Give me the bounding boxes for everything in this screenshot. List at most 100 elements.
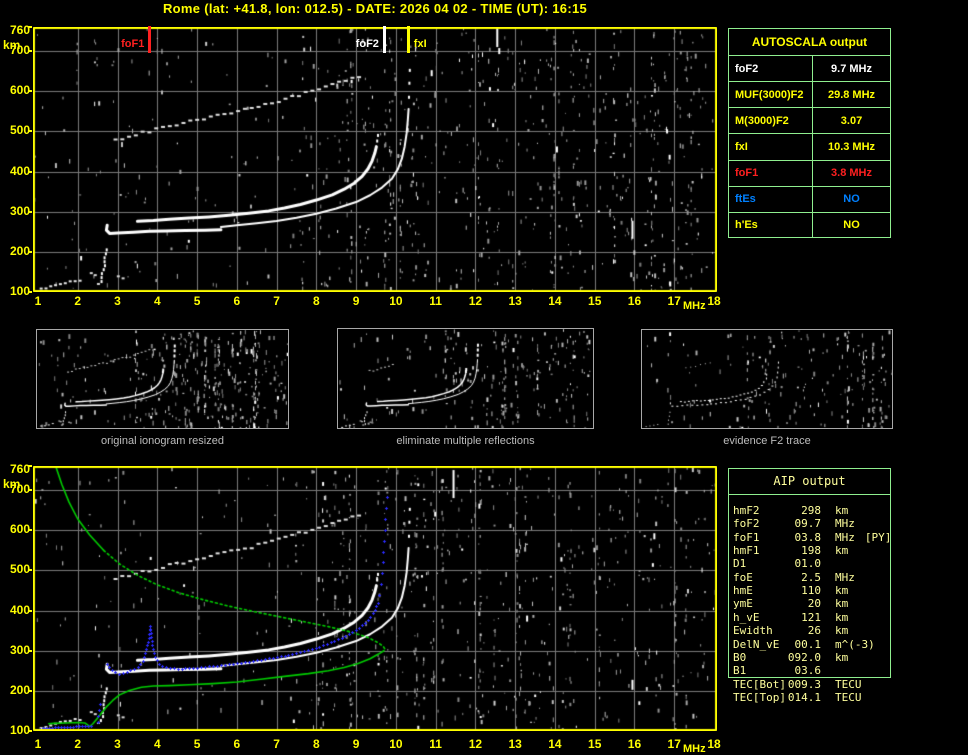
x-axis-unit-label: MHz xyxy=(683,743,706,755)
aip-row-value: 009.3 xyxy=(787,677,821,691)
aip-row: B0 092.0 km xyxy=(733,650,849,664)
x-axis-label: 8 xyxy=(313,294,320,308)
aip-row: ymE 20 km xyxy=(733,598,848,610)
x-axis-label: 1 xyxy=(34,294,42,308)
y-axis-label: 600 xyxy=(9,522,30,537)
aip-row-unit: km xyxy=(835,597,849,611)
aip-row-label: D1 xyxy=(733,557,747,571)
aip-row-label: foF2 xyxy=(733,517,760,531)
autoscala-row-value: 10.3 MHz xyxy=(827,140,876,153)
aip-row-label: B0 xyxy=(733,650,747,664)
marker-label-foF1: foF1 xyxy=(121,38,145,50)
aip-row: TEC[Top] 014.1 TECU xyxy=(733,690,862,704)
x-axis-label: 16 xyxy=(627,294,642,308)
autoscala-row-value: 9.7 MHz xyxy=(831,62,872,75)
ionogram-plot-top xyxy=(33,27,717,292)
aip-row-value: 2.5 xyxy=(801,570,821,584)
y-axis-label: 500 xyxy=(9,123,30,138)
x-axis-label: 14 xyxy=(548,737,562,751)
autoscala-rows: foF2 9.7 MHz MUF(3000)F2 29.8 MHz M(3000)F2 3… xyxy=(729,56,890,238)
aip-row-value: 298 xyxy=(801,504,821,517)
autoscala-window: Rome (lat: +41.8, lon: 012.5) - DATE: 20… xyxy=(0,0,968,755)
aip-row-label: Ewidth xyxy=(733,624,773,638)
aip-row: TEC[Bot] 009.3 TECU xyxy=(733,677,862,691)
x-axis-label: 4 xyxy=(153,294,161,308)
thumbnail-caption-2: eliminate multiple reflections xyxy=(396,435,535,447)
autoscala-row-value: 29.8 MHz xyxy=(827,88,876,101)
aip-row: foF1 03.8 MHz [PY] xyxy=(733,530,892,544)
x-axis-label: 13 xyxy=(508,294,522,308)
aip-row-value: 121 xyxy=(801,610,821,624)
x-axis-label: 9 xyxy=(352,294,360,308)
x-axis-label: 14 xyxy=(548,294,562,308)
aip-row: hmF2 298 km xyxy=(733,505,848,517)
x-axis-label: 7 xyxy=(273,294,280,308)
aip-row-label: hmE xyxy=(733,584,753,598)
aip-row-label: ymE xyxy=(733,597,753,611)
autoscala-row-value: 3.8 MHz xyxy=(831,167,872,180)
aip-row-unit: m^(-3) xyxy=(835,637,875,651)
autoscala-row: h'Es NO xyxy=(729,212,890,238)
x-axis-label: 3 xyxy=(114,737,121,751)
aip-row-unit: km xyxy=(835,610,849,624)
autoscala-row: foF2 9.7 MHz xyxy=(729,56,890,83)
x-axis-label: 12 xyxy=(468,294,483,308)
marker-label-fxI: fxI xyxy=(413,38,427,50)
autoscala-row-value: NO xyxy=(843,193,860,206)
autoscala-row-value: 3.07 xyxy=(840,114,863,127)
aip-row-extra: [PY] xyxy=(864,530,892,544)
aip-row: foF2 09.7 MHz xyxy=(733,518,855,530)
marker-line-fxI xyxy=(406,26,410,53)
y-axis-label: 200 xyxy=(9,682,30,697)
y-axis-unit-label: km xyxy=(3,477,21,491)
aip-row-unit: km xyxy=(835,504,849,517)
autoscala-output-panel: AUTOSCALA output foF2 9.7 MHz MUF(3000)F2 2… xyxy=(728,28,891,238)
autoscala-row-value: NO xyxy=(843,219,860,232)
thumbnail-original-ionogram xyxy=(36,329,289,429)
aip-row-value: 20 xyxy=(807,597,821,611)
y-axis-label: 400 xyxy=(9,602,30,617)
autoscala-row-label: h'Es xyxy=(729,212,813,238)
aip-row: foE 2.5 MHz xyxy=(733,570,855,584)
autoscala-row-label: MUF(3000)F2 xyxy=(729,82,813,108)
y-axis-label: 600 xyxy=(9,83,30,98)
x-axis-label: 5 xyxy=(193,737,201,751)
y-axis-label: 760 xyxy=(9,462,30,476)
x-axis-label: 16 xyxy=(627,737,642,751)
y-axis-label: 300 xyxy=(9,203,30,218)
aip-row-label: TEC[Top] xyxy=(733,690,786,704)
y-axis-label: 200 xyxy=(9,243,30,258)
x-axis-label: 8 xyxy=(313,737,320,751)
aip-row-unit: MHz xyxy=(835,517,855,531)
aip-row-unit: TECU xyxy=(835,677,862,691)
aip-row-unit: MHz xyxy=(835,530,855,544)
x-axis-label: 15 xyxy=(588,294,602,308)
autoscala-row: ftEs NO xyxy=(729,186,890,213)
aip-row-value: 26 xyxy=(807,624,821,638)
x-axis-label: 2 xyxy=(74,294,82,308)
autoscala-row-label: foF2 xyxy=(729,56,813,82)
autoscala-panel-title: AUTOSCALA output xyxy=(729,29,890,56)
aip-panel-title: AIP output xyxy=(729,469,890,495)
y-axis-label: 100 xyxy=(9,723,30,737)
aip-row-label: TEC[Bot] xyxy=(733,677,786,691)
y-axis-label: 500 xyxy=(9,562,30,577)
aip-row-value: 110 xyxy=(801,584,821,598)
aip-row-unit: km xyxy=(835,650,849,664)
x-axis-label: 11 xyxy=(429,294,442,308)
aip-row: D1 01.0 xyxy=(733,558,821,570)
ionogram-plot-bottom xyxy=(33,466,717,731)
autoscala-row-label: fxI xyxy=(729,134,813,160)
y-axis-label: 300 xyxy=(9,642,30,657)
aip-row: h_vE 121 km xyxy=(733,610,849,624)
x-axis-label: 15 xyxy=(588,737,602,751)
autoscala-row-label: M(3000)F2 xyxy=(729,108,813,134)
aip-row-label: hmF2 xyxy=(733,504,760,517)
aip-row-unit: km xyxy=(835,544,849,558)
x-axis-label: 13 xyxy=(508,737,522,751)
autoscala-row: MUF(3000)F2 29.8 MHz xyxy=(729,82,890,109)
marker-label-foF2: foF2 xyxy=(355,38,379,50)
aip-row: DelN_vE 00.1 m^(-3) xyxy=(733,637,875,651)
x-axis-label: 4 xyxy=(153,737,161,751)
x-axis-label: 7 xyxy=(273,737,280,751)
